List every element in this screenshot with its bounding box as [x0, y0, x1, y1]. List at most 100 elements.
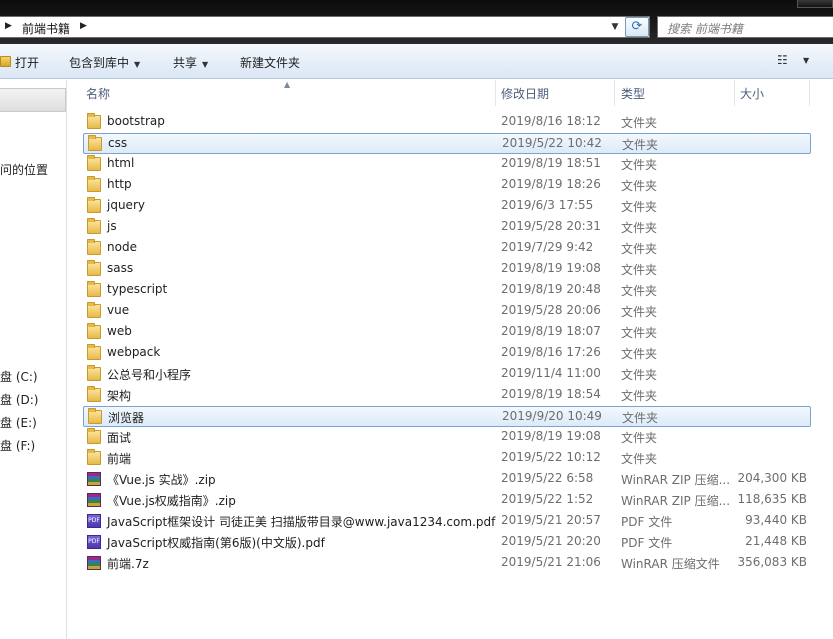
nav-item-drive-c[interactable]: 盘 (C:): [0, 368, 38, 385]
include-label: 包含到库中: [69, 56, 130, 70]
folder-icon: [87, 428, 101, 444]
search-box[interactable]: 搜索 前端书籍: [657, 16, 833, 38]
file-row[interactable]: webpack 2019/8/16 17:26 文件夹: [83, 343, 811, 364]
column-divider[interactable]: [734, 80, 735, 106]
nav-item-location[interactable]: 问的位置: [0, 161, 48, 178]
file-type: PDF 文件: [621, 515, 673, 529]
file-row[interactable]: 架构 2019/8/19 18:54 文件夹: [83, 385, 811, 406]
file-date: 2019/5/22 10:42: [502, 136, 602, 150]
window-close-button[interactable]: [797, 0, 833, 8]
file-name: 浏览器: [108, 411, 145, 425]
file-row[interactable]: 公总号和小程序 2019/11/4 11:00 文件夹: [83, 364, 811, 385]
file-row[interactable]: html 2019/8/19 18:51 文件夹: [83, 154, 811, 175]
file-size: 118,635 KB: [737, 492, 807, 506]
file-row[interactable]: 面试 2019/8/19 19:08 文件夹: [83, 427, 811, 448]
file-type: 文件夹: [621, 158, 658, 172]
file-date: 2019/11/4 11:00: [501, 366, 601, 380]
file-type: WinRAR 压缩文件: [621, 557, 720, 571]
chevron-down-icon: ▼: [134, 60, 141, 69]
column-header-size[interactable]: 大小: [740, 85, 764, 102]
file-name: http: [107, 177, 132, 191]
folder-icon: [87, 365, 101, 381]
file-row[interactable]: node 2019/7/29 9:42 文件夹: [83, 238, 811, 259]
nav-selected-item[interactable]: [0, 88, 66, 112]
file-row[interactable]: web 2019/8/19 18:07 文件夹: [83, 322, 811, 343]
pdf-icon: [87, 535, 101, 549]
refresh-button[interactable]: ⟳: [625, 17, 649, 37]
file-row[interactable]: sass 2019/8/19 19:08 文件夹: [83, 259, 811, 280]
file-date: 2019/5/22 1:52: [501, 492, 594, 506]
file-type: 文件夹: [622, 411, 659, 425]
file-name: typescript: [107, 282, 168, 296]
breadcrumb-arrow-icon[interactable]: ▶: [5, 21, 12, 31]
file-row[interactable]: JavaScript权威指南(第6版)(中文版).pdf 2019/5/21 20…: [83, 532, 811, 553]
file-date: 2019/5/21 21:06: [501, 555, 601, 569]
file-date: 2019/5/28 20:06: [501, 303, 601, 317]
file-name: JavaScript框架设计 司徒正美 扫描版带目录@www.java1234.…: [107, 515, 496, 529]
column-header-date[interactable]: 修改日期: [501, 85, 549, 102]
file-row[interactable]: JavaScript框架设计 司徒正美 扫描版带目录@www.java1234.…: [83, 511, 811, 532]
column-header-name[interactable]: 名称: [86, 85, 110, 102]
file-row[interactable]: 浏览器 2019/9/20 10:49 文件夹: [83, 406, 811, 427]
file-type: 文件夹: [621, 221, 658, 235]
file-row[interactable]: bootstrap 2019/8/16 18:12 文件夹: [83, 112, 811, 133]
file-name: 面试: [107, 431, 132, 445]
chevron-down-icon[interactable]: ▼: [803, 56, 809, 65]
open-button[interactable]: 打开: [15, 54, 39, 71]
folder-icon: [87, 197, 101, 213]
file-row[interactable]: typescript 2019/8/19 20:48 文件夹: [83, 280, 811, 301]
folder-icon: [87, 281, 101, 297]
file-name: 前端.7z: [107, 557, 149, 571]
new-folder-button[interactable]: 新建文件夹: [240, 54, 300, 71]
nav-item-drive-d[interactable]: 盘 (D:): [0, 391, 38, 408]
folder-icon: [87, 386, 101, 402]
file-type: WinRAR ZIP 压缩...: [621, 473, 731, 487]
command-bar: 打开 包含到库中 ▼ 共享 ▼ 新建文件夹 ☷ ▼: [0, 44, 833, 79]
breadcrumb-chevron-icon[interactable]: ▶: [80, 21, 87, 31]
file-type: 文件夹: [621, 284, 658, 298]
breadcrumb-current-folder[interactable]: 前端书籍: [22, 20, 70, 37]
file-date: 2019/8/19 18:07: [501, 324, 601, 338]
nav-item-drive-f[interactable]: 盘 (F:): [0, 437, 35, 454]
nav-item-drive-e[interactable]: 盘 (E:): [0, 414, 37, 431]
file-row[interactable]: css 2019/5/22 10:42 文件夹: [83, 133, 811, 154]
file-row[interactable]: 前端.7z 2019/5/21 21:06 WinRAR 压缩文件 356,083 K…: [83, 553, 811, 574]
file-row[interactable]: 《Vue.js 实战》.zip 2019/5/22 6:58 WinRAR ZIP …: [83, 469, 811, 490]
file-row[interactable]: jquery 2019/6/3 17:55 文件夹: [83, 196, 811, 217]
file-name: html: [107, 156, 135, 170]
column-header-type[interactable]: 类型: [621, 85, 645, 102]
file-row[interactable]: 前端 2019/5/22 10:12 文件夹: [83, 448, 811, 469]
file-type: PDF 文件: [621, 536, 673, 550]
open-folder-icon: [0, 56, 11, 67]
file-type: 文件夹: [622, 138, 659, 152]
file-date: 2019/6/3 17:55: [501, 198, 594, 212]
file-row[interactable]: 《Vue.js权威指南》.zip 2019/5/22 1:52 WinRAR ZIP…: [83, 490, 811, 511]
title-bar: ▶ 前端书籍 ▶ ▼ ⟳ 搜索 前端书籍: [0, 0, 833, 44]
column-divider[interactable]: [809, 80, 810, 106]
file-type: 文件夹: [621, 347, 658, 361]
file-row[interactable]: vue 2019/5/28 20:06 文件夹: [83, 301, 811, 322]
address-history-dropdown-icon[interactable]: ▼: [606, 19, 624, 35]
view-options-icon[interactable]: ☷: [777, 53, 788, 67]
share-button[interactable]: 共享 ▼: [173, 54, 208, 71]
rar-icon: [87, 556, 101, 570]
pdf-icon: [87, 514, 101, 528]
rar-icon: [87, 472, 101, 486]
file-name: sass: [107, 261, 134, 275]
file-row[interactable]: http 2019/8/19 18:26 文件夹: [83, 175, 811, 196]
file-date: 2019/8/19 18:54: [501, 387, 601, 401]
column-divider[interactable]: [495, 80, 496, 106]
file-name: bootstrap: [107, 114, 165, 128]
file-type: 文件夹: [621, 179, 658, 193]
file-type: WinRAR ZIP 压缩...: [621, 494, 731, 508]
column-divider[interactable]: [614, 80, 615, 106]
file-row[interactable]: js 2019/5/28 20:31 文件夹: [83, 217, 811, 238]
search-placeholder: 搜索 前端书籍: [667, 22, 743, 36]
include-in-library-button[interactable]: 包含到库中 ▼: [69, 54, 140, 71]
rar-icon: [87, 493, 101, 507]
file-name: 前端: [107, 452, 132, 466]
address-bar[interactable]: ▶ 前端书籍 ▶ ▼: [0, 16, 650, 38]
file-list: ▲ 名称 修改日期 类型 大小 bootstrap 2019/8/16 18:12…: [68, 80, 833, 639]
file-size: 21,448 KB: [745, 534, 807, 548]
file-date: 2019/8/19 19:08: [501, 261, 601, 275]
